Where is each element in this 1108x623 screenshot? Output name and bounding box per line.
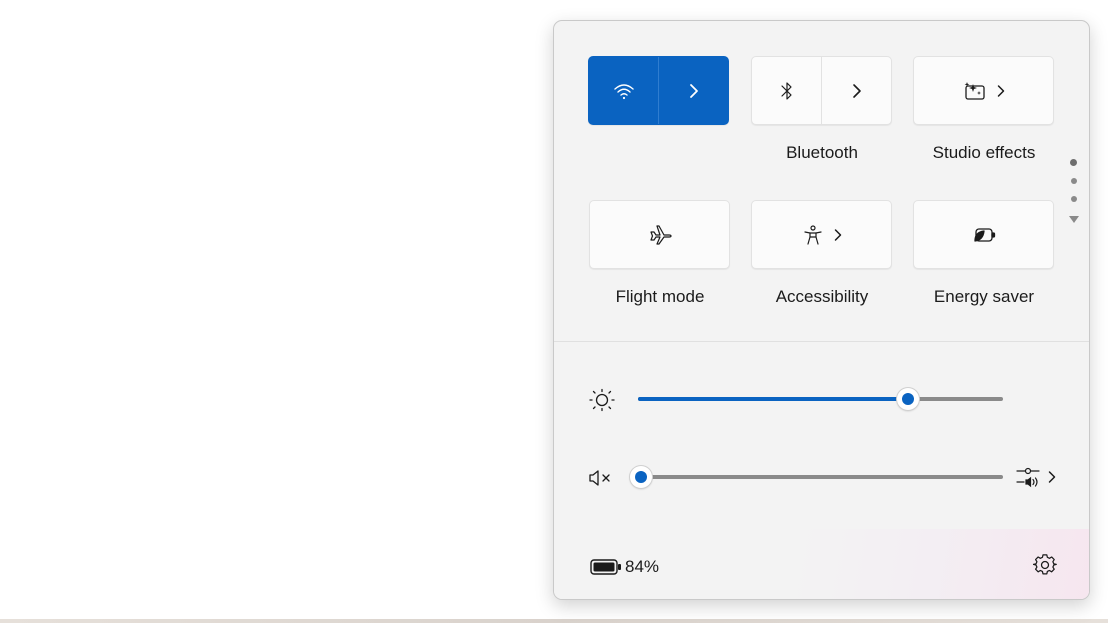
bluetooth-icon (780, 81, 794, 101)
tile-label-flight-mode: Flight mode (615, 287, 705, 306)
brightness-slider[interactable] (638, 397, 1003, 401)
page-indicator[interactable] (1069, 159, 1084, 229)
divider (554, 341, 1089, 342)
volume-thumb[interactable] (630, 466, 652, 488)
volume-slider[interactable] (638, 475, 1003, 479)
volume-muted-icon (588, 468, 614, 488)
chevron-right-icon (852, 83, 862, 99)
taskbar-edge (0, 619, 1108, 623)
airplane-icon (648, 224, 672, 246)
studio-effects-icon (963, 81, 987, 101)
brightness-thumb[interactable] (897, 388, 920, 410)
audio-output-button[interactable] (1016, 464, 1056, 490)
chevron-right-icon (1048, 470, 1056, 484)
bluetooth-more-button[interactable] (822, 57, 891, 124)
wifi-more-button[interactable] (659, 57, 728, 124)
wifi-toggle-button[interactable] (589, 57, 658, 124)
brightness-icon (588, 388, 616, 412)
wifi-icon (613, 82, 635, 100)
brightness-fill (638, 397, 909, 401)
gear-icon[interactable] (1033, 553, 1057, 577)
caret-down-icon[interactable] (1069, 216, 1079, 224)
chevron-right-icon (689, 83, 699, 99)
tile-label-energy-saver: Energy saver (933, 287, 1035, 306)
chevron-right-icon (834, 228, 842, 242)
tile-label-bluetooth: Bluetooth (786, 143, 858, 162)
audio-output-icon (1016, 464, 1040, 490)
accessibility-icon (802, 224, 824, 246)
energy-saver-icon (971, 226, 997, 244)
wifi-tile[interactable] (588, 56, 729, 125)
page-dot[interactable] (1071, 196, 1077, 202)
page-dot[interactable] (1071, 178, 1077, 184)
tile-label-studio-effects: Studio effects (932, 143, 1036, 162)
studio-effects-tile[interactable] (913, 56, 1054, 125)
energy-saver-tile[interactable] (913, 200, 1054, 269)
bluetooth-toggle-button[interactable] (752, 57, 821, 124)
accessibility-tile[interactable] (751, 200, 892, 269)
chevron-right-icon (997, 84, 1005, 98)
page-dot-active[interactable] (1070, 159, 1077, 166)
volume-row (554, 457, 1089, 497)
footer-bar: 84% (554, 529, 1089, 599)
tile-label-accessibility: Accessibility (775, 287, 869, 306)
bluetooth-tile[interactable] (751, 56, 892, 125)
flight-mode-tile[interactable] (589, 200, 730, 269)
battery-icon[interactable] (590, 558, 622, 576)
quick-settings-panel: Bluetooth Studio effects Flight mode Acc… (553, 20, 1090, 600)
brightness-row (554, 379, 1089, 419)
battery-percentage[interactable]: 84% (625, 557, 659, 577)
